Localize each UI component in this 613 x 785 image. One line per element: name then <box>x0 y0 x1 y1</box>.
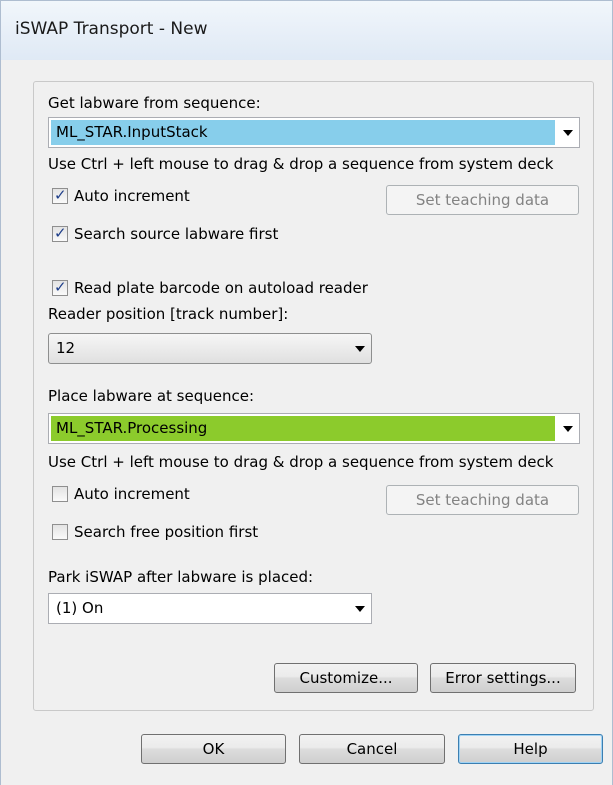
chevron-down-icon[interactable] <box>563 426 573 432</box>
read-barcode-checkbox[interactable]: Read plate barcode on autoload reader <box>52 278 368 297</box>
chevron-down-icon[interactable] <box>355 606 365 612</box>
search-source-first-label: Search source labware first <box>74 225 279 243</box>
cancel-button[interactable]: Cancel <box>299 734 445 764</box>
get-sequence-dropdown[interactable]: ML_STAR.InputStack <box>48 117 580 148</box>
place-set-teaching-data-button[interactable]: Set teaching data <box>386 485 579 515</box>
customize-button[interactable]: Customize... <box>274 663 418 693</box>
search-source-first-checkbox[interactable]: Search source labware first <box>52 224 279 243</box>
chevron-down-icon[interactable] <box>563 130 573 136</box>
checkbox-icon[interactable] <box>52 486 68 502</box>
park-iswap-label: Park iSWAP after labware is placed: <box>48 568 314 586</box>
get-set-teaching-data-button[interactable]: Set teaching data <box>386 185 579 215</box>
read-barcode-label: Read plate barcode on autoload reader <box>74 279 368 297</box>
place-labware-label: Place labware at sequence: <box>48 387 255 405</box>
get-auto-increment-label: Auto increment <box>74 187 190 205</box>
checkbox-icon[interactable] <box>52 186 68 204</box>
get-labware-label: Get labware from sequence: <box>48 94 261 112</box>
park-iswap-value: (1) On <box>56 599 104 617</box>
checkbox-icon[interactable] <box>52 524 68 540</box>
title-bar: iSWAP Transport - New <box>0 0 613 61</box>
search-free-first-checkbox[interactable]: Search free position first <box>52 523 258 541</box>
park-iswap-dropdown[interactable]: (1) On <box>48 593 372 624</box>
help-button[interactable]: Help <box>458 734 603 764</box>
get-auto-increment-checkbox[interactable]: Auto increment <box>52 186 190 205</box>
get-drag-hint: Use Ctrl + left mouse to drag & drop a s… <box>48 155 554 173</box>
reader-position-value: 12 <box>56 339 76 357</box>
place-drag-hint: Use Ctrl + left mouse to drag & drop a s… <box>48 453 554 471</box>
error-settings-button[interactable]: Error settings... <box>430 663 576 693</box>
get-sequence-value: ML_STAR.InputStack <box>51 120 555 145</box>
search-free-first-label: Search free position first <box>74 523 259 541</box>
place-sequence-value: ML_STAR.Processing <box>51 416 555 441</box>
checkbox-icon[interactable] <box>52 224 68 242</box>
reader-position-label: Reader position [track number]: <box>48 305 289 323</box>
chevron-down-icon[interactable] <box>355 346 365 352</box>
window-title: iSWAP Transport - New <box>15 19 208 39</box>
place-sequence-dropdown[interactable]: ML_STAR.Processing <box>48 413 580 444</box>
place-auto-increment-label: Auto increment <box>74 485 190 503</box>
ok-button[interactable]: OK <box>141 734 286 764</box>
reader-position-dropdown[interactable]: 12 <box>48 333 372 364</box>
place-auto-increment-checkbox[interactable]: Auto increment <box>52 485 190 503</box>
checkbox-icon[interactable] <box>52 278 68 296</box>
